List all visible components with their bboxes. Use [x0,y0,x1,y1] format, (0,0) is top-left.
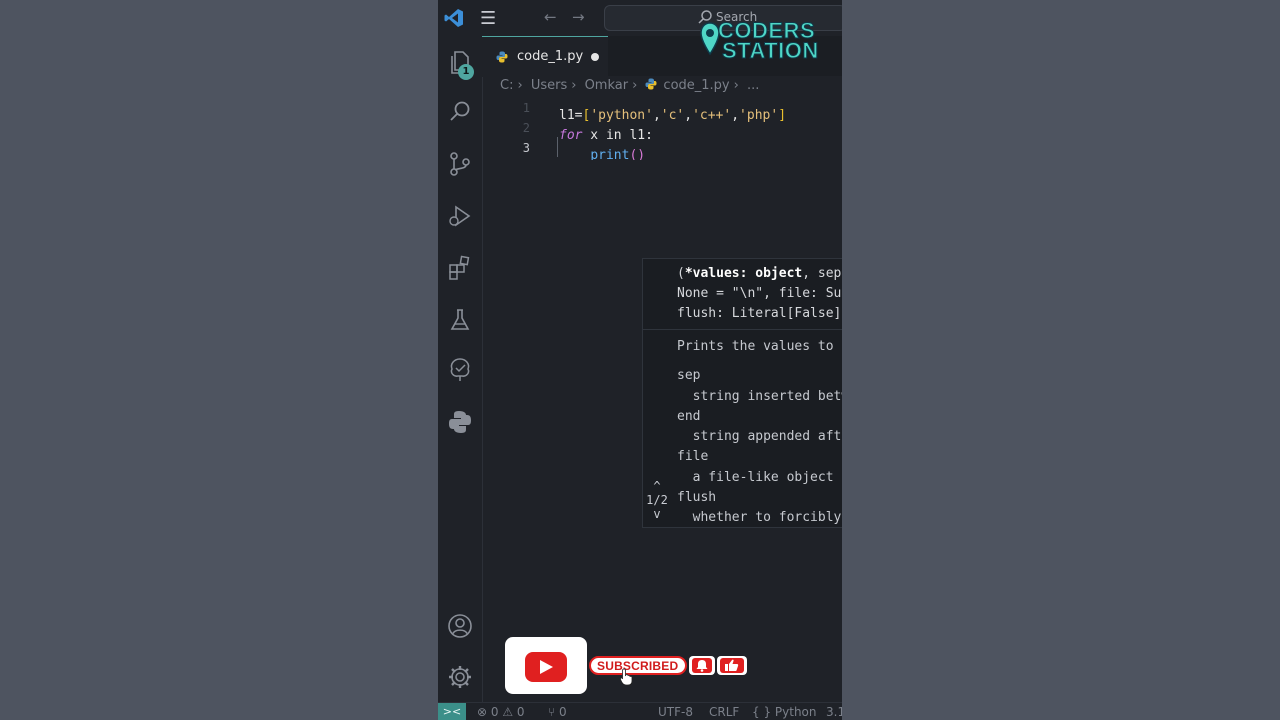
line-number: 3 [522,141,530,155]
youtube-logo-card [505,637,587,694]
divider [643,329,842,330]
testing-flask-icon[interactable] [446,306,474,334]
signature-text: (*values: object, sep: str None = "\n", … [677,266,842,321]
code-line-2: for x in l1: [559,128,653,143]
python-icon[interactable] [446,408,474,436]
status-bar: >< ⊗ 0 ⚠ 0 ⑂ 0 UTF-8 CRLF { } Python 3.1 [438,702,842,720]
logo-text-line2: STATION [722,38,819,64]
breadcrumb: C: › Users › Omkar › code_1.py › ... [500,78,763,96]
vscode-logo-icon [444,9,463,27]
explorer-badge: 1 [458,64,474,80]
signature-count: 1/2 [646,493,668,507]
breadcrumb-user[interactable]: Omkar [585,78,629,93]
language-mode[interactable]: { } Python [752,705,817,719]
chevron-right-icon: › [733,78,739,93]
run-debug-icon[interactable] [446,202,474,230]
python-file-icon [645,78,657,90]
search-icon[interactable] [446,98,474,126]
subscribed-button[interactable]: SUBSCRIBED [589,656,687,675]
source-control-icon[interactable] [446,150,474,178]
code-line-3: print() [590,148,646,160]
chevron-right-icon: › [632,78,638,93]
text-cursor [557,137,558,157]
breadcrumb-users[interactable]: Users [531,78,567,93]
remote-indicator[interactable]: >< [438,703,466,720]
coders-station-logo: CODERS STATION [700,18,824,64]
bell-icon [696,660,708,672]
code-editor[interactable]: 1 2 3 l1=['python','c','c++','php'] for … [482,98,842,638]
extensions-icon[interactable] [446,254,474,282]
chevron-up-icon[interactable]: ^ [645,479,669,493]
line-number: 1 [522,101,530,115]
forward-arrow-icon[interactable]: → [572,8,585,26]
line-number: 2 [522,121,530,135]
breadcrumb-file[interactable]: code_1.py [663,78,729,93]
remote-explorer-tree-icon[interactable] [446,356,474,384]
ports-indicator[interactable]: ⑂ 0 [548,705,567,719]
blurred-background-left [0,0,438,720]
eol-indicator[interactable]: CRLF [709,705,739,719]
location-pin-icon [700,22,720,56]
code-line-1: l1=['python','c','c++','php'] [559,108,787,123]
chevron-right-icon: › [517,78,523,93]
youtube-play-icon [525,652,567,682]
vscode-window: ☰ ← → Search 1 code_1.py C: › Users › Om… [438,0,842,720]
subscribed-label: SUBSCRIBED [597,659,679,673]
like-button[interactable] [717,656,747,675]
blurred-background-right [842,0,1280,720]
activity-bar: 1 [438,36,483,702]
menu-icon[interactable]: ☰ [480,8,496,29]
breadcrumb-drive[interactable]: C: [500,78,513,93]
notification-bell-button[interactable] [689,656,715,675]
tab-code-1-py[interactable]: code_1.py [482,36,608,77]
tab-label: code_1.py [517,49,584,64]
account-icon[interactable] [446,612,474,640]
hand-pointer-icon [620,668,633,686]
python-file-icon [496,51,508,63]
chevron-right-icon: › [571,78,577,93]
signature-doc: Prints the values to a stream, orsep str… [677,339,842,526]
back-arrow-icon[interactable]: ← [544,8,557,26]
interpreter-version[interactable]: 3.1 [826,705,842,719]
breadcrumb-more[interactable]: ... [747,78,759,93]
encoding-indicator[interactable]: UTF-8 [658,705,693,719]
signature-nav: ^ 1/2 v [645,479,669,521]
problems-indicator[interactable]: ⊗ 0 ⚠ 0 [477,705,525,719]
chevron-down-icon[interactable]: v [645,507,669,521]
signature-help-popup: ^ 1/2 v (*values: object, sep: str None … [642,258,842,528]
thumbs-up-icon [725,659,739,671]
unsaved-dot-icon[interactable] [591,53,599,61]
settings-gear-icon[interactable] [446,663,474,691]
